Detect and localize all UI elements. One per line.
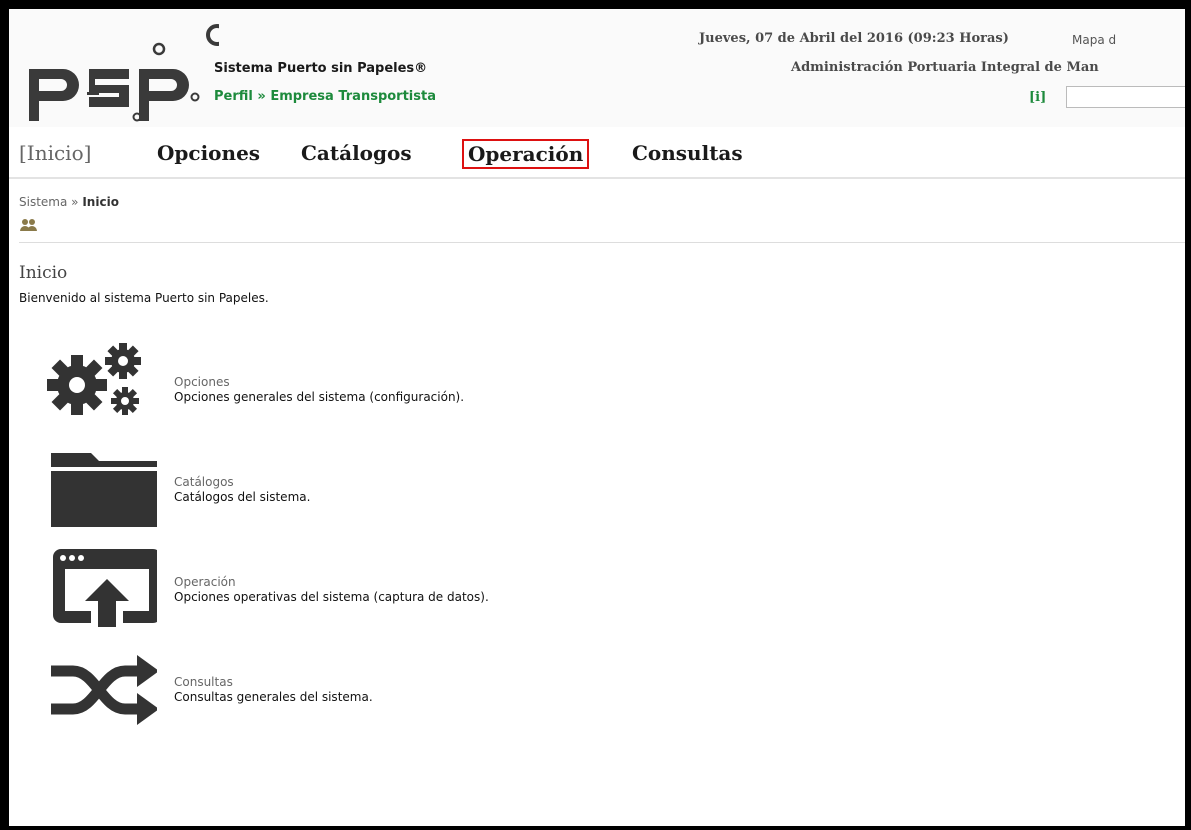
profile-label[interactable]: Perfil — [214, 89, 253, 104]
menu-item-catalogs[interactable]: Catálogos Catálogos del sistema. — [39, 449, 739, 529]
breadcrumb-current: Inicio — [82, 195, 119, 209]
main-nav: [Inicio] Opciones Catálogos Operación Co… — [9, 127, 1185, 179]
breadcrumb-separator: » — [71, 195, 79, 209]
menu-item-title[interactable]: Opciones — [174, 375, 230, 389]
menu-item-title[interactable]: Consultas — [174, 675, 233, 689]
menu-item-title[interactable]: Catálogos — [174, 475, 234, 489]
window-upload-icon[interactable] — [39, 549, 157, 627]
page-title: Inicio — [19, 263, 68, 283]
organization-name: Administración Portuaria Integral de Man — [791, 60, 1099, 75]
nav-item-operation[interactable]: Operación — [462, 139, 590, 169]
menu-item-operation[interactable]: Operación Opciones operativas del sistem… — [39, 549, 739, 629]
menu-item-description: Catálogos del sistema. — [174, 490, 311, 504]
profile-breadcrumb: Perfil » Empresa Transportista — [214, 89, 436, 104]
psp-logo — [29, 24, 219, 122]
content-divider — [19, 242, 1185, 243]
app-window: Sistema Puerto sin Papeles® Perfil » Emp… — [0, 0, 1191, 830]
menu-item-title[interactable]: Operación — [174, 575, 236, 589]
shuffle-icon[interactable] — [39, 651, 157, 729]
welcome-message: Bienvenido al sistema Puerto sin Papeles… — [19, 291, 269, 305]
header: Sistema Puerto sin Papeles® Perfil » Emp… — [9, 9, 1185, 127]
menu-item-description: Opciones generales del sistema (configur… — [174, 390, 465, 404]
nav-item-options[interactable]: Opciones — [157, 141, 260, 165]
gears-icon[interactable] — [39, 341, 157, 419]
system-name: Sistema Puerto sin Papeles® — [214, 61, 428, 76]
profile-separator: » — [257, 89, 266, 104]
breadcrumb-root[interactable]: Sistema — [19, 195, 67, 209]
folder-icon[interactable] — [39, 449, 157, 527]
nav-item-home[interactable]: [Inicio] — [19, 141, 91, 165]
current-date: Jueves, 07 de Abril del 2016 (09:23 Hora… — [699, 31, 1009, 46]
menu-item-options[interactable]: Opciones Opciones generales del sistema … — [39, 341, 739, 421]
menu-item-description: Consultas generales del sistema. — [174, 690, 373, 704]
breadcrumb: Sistema » Inicio — [19, 195, 119, 209]
users-icon[interactable] — [19, 218, 39, 232]
site-map-link[interactable]: Mapa d — [1072, 33, 1116, 47]
menu-item-description: Opciones operativas del sistema (captura… — [174, 590, 489, 604]
info-link[interactable]: [i] — [1029, 90, 1046, 105]
profile-value: Empresa Transportista — [270, 89, 436, 104]
nav-item-queries[interactable]: Consultas — [632, 141, 743, 165]
menu-item-queries[interactable]: Consultas Consultas generales del sistem… — [39, 651, 739, 731]
search-input[interactable] — [1066, 86, 1185, 108]
nav-item-catalogs[interactable]: Catálogos — [301, 141, 412, 165]
